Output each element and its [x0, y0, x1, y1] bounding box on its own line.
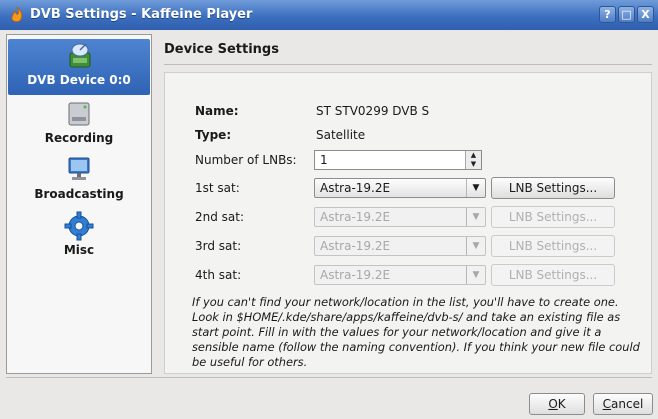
spin-down-icon[interactable]: ▼	[466, 160, 481, 169]
type-label: Type:	[195, 128, 232, 142]
ok-mnemonic: O	[548, 397, 558, 411]
lnb-count-label: Number of LNBs:	[195, 153, 297, 167]
monitor-network-icon	[68, 157, 90, 180]
page-title: Device Settings	[164, 42, 279, 57]
sidebar-item-recording[interactable]: Recording	[8, 97, 150, 153]
divider	[164, 64, 652, 65]
sidebar-item-misc[interactable]: Misc	[8, 209, 150, 265]
sat4-combo[interactable]: Astra-19.2E ▼	[314, 265, 486, 285]
help-button[interactable]: ?	[599, 6, 616, 23]
lnb-count-value: 1	[320, 153, 328, 167]
sidebar-item-label: DVB Device 0:0	[27, 73, 131, 87]
hard-drive-icon	[68, 102, 90, 126]
sat4-label: 4th sat:	[195, 268, 242, 282]
lnb-count-spinbox[interactable]: 1 ▲ ▼	[314, 150, 482, 170]
sat3-combo[interactable]: Astra-19.2E ▼	[314, 236, 486, 256]
device-settings-panel: Name: ST STV0299 DVB S Type: Satellite N…	[164, 72, 652, 374]
sat1-label: 1st sat:	[195, 181, 240, 195]
chevron-down-icon[interactable]: ▼	[466, 266, 485, 284]
sat1-lnb-settings-button[interactable]: LNB Settings...	[491, 177, 615, 199]
sat3-label: 3rd sat:	[195, 239, 242, 253]
name-label: Name:	[195, 104, 239, 118]
sat2-combo[interactable]: Astra-19.2E ▼	[314, 207, 486, 227]
chevron-down-icon[interactable]: ▼	[466, 237, 485, 255]
sidebar: DVB Device 0:0 Recording Broadcasting Mi…	[6, 34, 152, 374]
sidebar-item-broadcasting[interactable]: Broadcasting	[8, 153, 150, 209]
sidebar-item-label: Recording	[44, 131, 114, 145]
sat4-lnb-settings-button[interactable]: LNB Settings...	[491, 264, 615, 286]
sidebar-item-dvb-device[interactable]: DVB Device 0:0	[8, 39, 150, 95]
sat1-value: Astra-19.2E	[320, 181, 391, 195]
spin-up-icon[interactable]: ▲	[466, 151, 481, 160]
kaffeine-flame-icon	[11, 6, 23, 23]
cancel-label: ancel	[611, 397, 644, 411]
window-title: DVB Settings - Kaffeine Player	[30, 7, 253, 22]
cancel-mnemonic: C	[602, 397, 612, 411]
sidebar-item-label: Broadcasting	[34, 187, 124, 201]
title-bar[interactable]: DVB Settings - Kaffeine Player ? □ X	[0, 0, 658, 30]
sat1-combo[interactable]: Astra-19.2E ▼	[314, 178, 486, 198]
sat2-lnb-settings-button[interactable]: LNB Settings...	[491, 206, 615, 228]
sat2-value: Astra-19.2E	[320, 210, 391, 224]
sidebar-item-label: Misc	[63, 243, 95, 257]
chevron-down-icon[interactable]: ▼	[466, 179, 485, 197]
sat3-value: Astra-19.2E	[320, 239, 391, 253]
type-value: Satellite	[316, 128, 366, 142]
name-value: ST STV0299 DVB S	[316, 104, 430, 118]
sat2-label: 2nd sat:	[195, 210, 245, 224]
sat4-value: Astra-19.2E	[320, 268, 391, 282]
gear-icon	[64, 211, 94, 241]
satellite-dish-icon	[69, 43, 91, 68]
chevron-down-icon[interactable]: ▼	[466, 208, 485, 226]
spin-arrows[interactable]: ▲ ▼	[465, 151, 481, 169]
ok-button[interactable]: OK	[529, 393, 585, 415]
sat3-lnb-settings-button[interactable]: LNB Settings...	[491, 235, 615, 257]
close-button[interactable]: X	[637, 6, 654, 23]
divider	[6, 377, 652, 378]
ok-label: K	[557, 397, 566, 411]
help-text: If you can't find your network/location …	[192, 295, 640, 369]
cancel-button[interactable]: Cancel	[593, 393, 653, 415]
maximize-button[interactable]: □	[618, 6, 635, 23]
